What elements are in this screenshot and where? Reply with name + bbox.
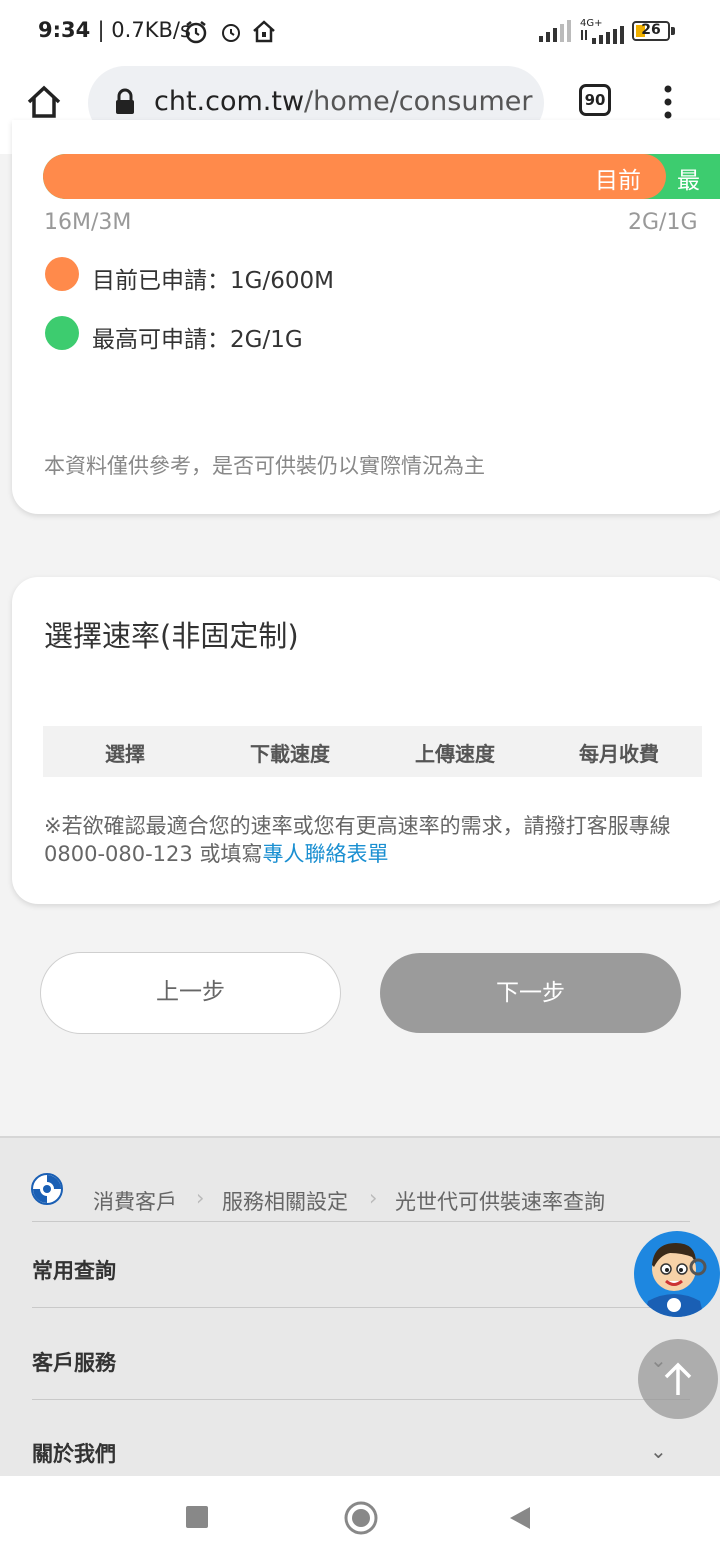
recents-icon[interactable] — [186, 1506, 208, 1528]
footer-section-customer-service[interactable]: 客戶服務 — [32, 1347, 116, 1377]
next-step-button[interactable]: 下一步 — [380, 953, 681, 1033]
bar-max-label: 最高 — [677, 168, 700, 194]
system-nav-bar — [0, 1476, 720, 1560]
footer-divider — [32, 1221, 690, 1222]
breadcrumb-current-page: 光世代可供裝速率查詢 — [395, 1190, 605, 1214]
breadcrumb-consumer[interactable]: 消費客戶 — [93, 1186, 177, 1216]
rate-section-title: 選擇速率(非固定制) — [44, 619, 299, 653]
scale-min: 16M/3M — [44, 210, 132, 235]
url-host: cht.com.tw — [154, 86, 305, 117]
legend-current-dot — [45, 257, 79, 291]
footer-divider — [32, 1307, 690, 1308]
home-icon[interactable] — [26, 84, 62, 120]
home-nav-icon[interactable] — [343, 1500, 379, 1536]
col-download: 下載速度 — [250, 742, 330, 766]
customer-service-mascot-icon[interactable] — [634, 1231, 720, 1317]
cht-logo-icon[interactable] — [30, 1172, 64, 1206]
signal-icon — [539, 20, 571, 42]
rate-table-header: 選擇 下載速度 上傳速度 每月收費 — [43, 726, 702, 777]
alarm-icon — [222, 24, 240, 42]
status-time-speed: 9:34 | 0.7KB/s — [38, 18, 191, 42]
battery-icon: 26 — [632, 21, 670, 41]
more-vert-icon[interactable] — [660, 84, 676, 120]
reference-note: 本資料僅供參考，是否可供裝仍以實際情況為主 — [44, 454, 485, 478]
lock-icon — [116, 88, 134, 114]
bar-current-label: 目前 — [595, 168, 641, 194]
breadcrumb-separator-icon: › — [196, 1186, 205, 1210]
tab-switcher-button[interactable]: 90 — [579, 84, 611, 116]
speed-bar-current — [43, 154, 666, 199]
back-nav-icon[interactable] — [508, 1505, 532, 1531]
battery-percent: 26 — [641, 22, 661, 38]
breadcrumb-service-settings[interactable]: 服務相關設定 — [222, 1186, 348, 1216]
breadcrumb-separator-icon: › — [369, 1186, 378, 1210]
alarm-clock-icon — [185, 21, 207, 44]
footer-section-about-us[interactable]: 關於我們 — [32, 1438, 116, 1468]
prev-step-button[interactable]: 上一步 — [40, 952, 341, 1034]
arrow-up-icon — [664, 1362, 692, 1395]
contact-form-link[interactable]: 專人聯絡表單 — [262, 842, 388, 866]
footer-section-common-queries[interactable]: 常用查詢 — [32, 1255, 116, 1285]
back-to-top-button[interactable] — [638, 1339, 718, 1419]
url-path: /home/consumer — [304, 86, 533, 117]
legend-max-dot — [45, 316, 79, 350]
legend-current-text: 目前已申請：1G/600M — [92, 268, 334, 294]
col-monthly-fee: 每月收費 — [579, 742, 659, 766]
legend-max-text: 最高可申請：2G/1G — [92, 327, 303, 353]
col-select: 選擇 — [105, 742, 145, 766]
home-status-icon — [253, 20, 275, 43]
status-bar: 9:34 | 0.7KB/s 4G+ 26 — [0, 0, 720, 62]
rate-footnote: ※若欲確認最適合您的速率或您有更高速率的需求，請撥打客服專線0800-080-1… — [44, 812, 704, 868]
site-footer: 消費客戶 › 服務相關設定 › 光世代可供裝速率查詢 常用查詢 客戶服務 ⌄ 關… — [0, 1136, 720, 1478]
speed-bar: 目前 最高 — [43, 154, 720, 199]
scale-max: 2G/1G — [628, 210, 698, 235]
footer-divider — [32, 1399, 690, 1400]
battery-tip — [671, 27, 675, 35]
col-upload: 上傳速度 — [415, 742, 495, 766]
signal-4g-icon — [581, 26, 624, 44]
chevron-down-icon[interactable]: ⌄ — [650, 1439, 667, 1463]
url-text: cht.com.tw/home/consumer — [154, 86, 534, 117]
